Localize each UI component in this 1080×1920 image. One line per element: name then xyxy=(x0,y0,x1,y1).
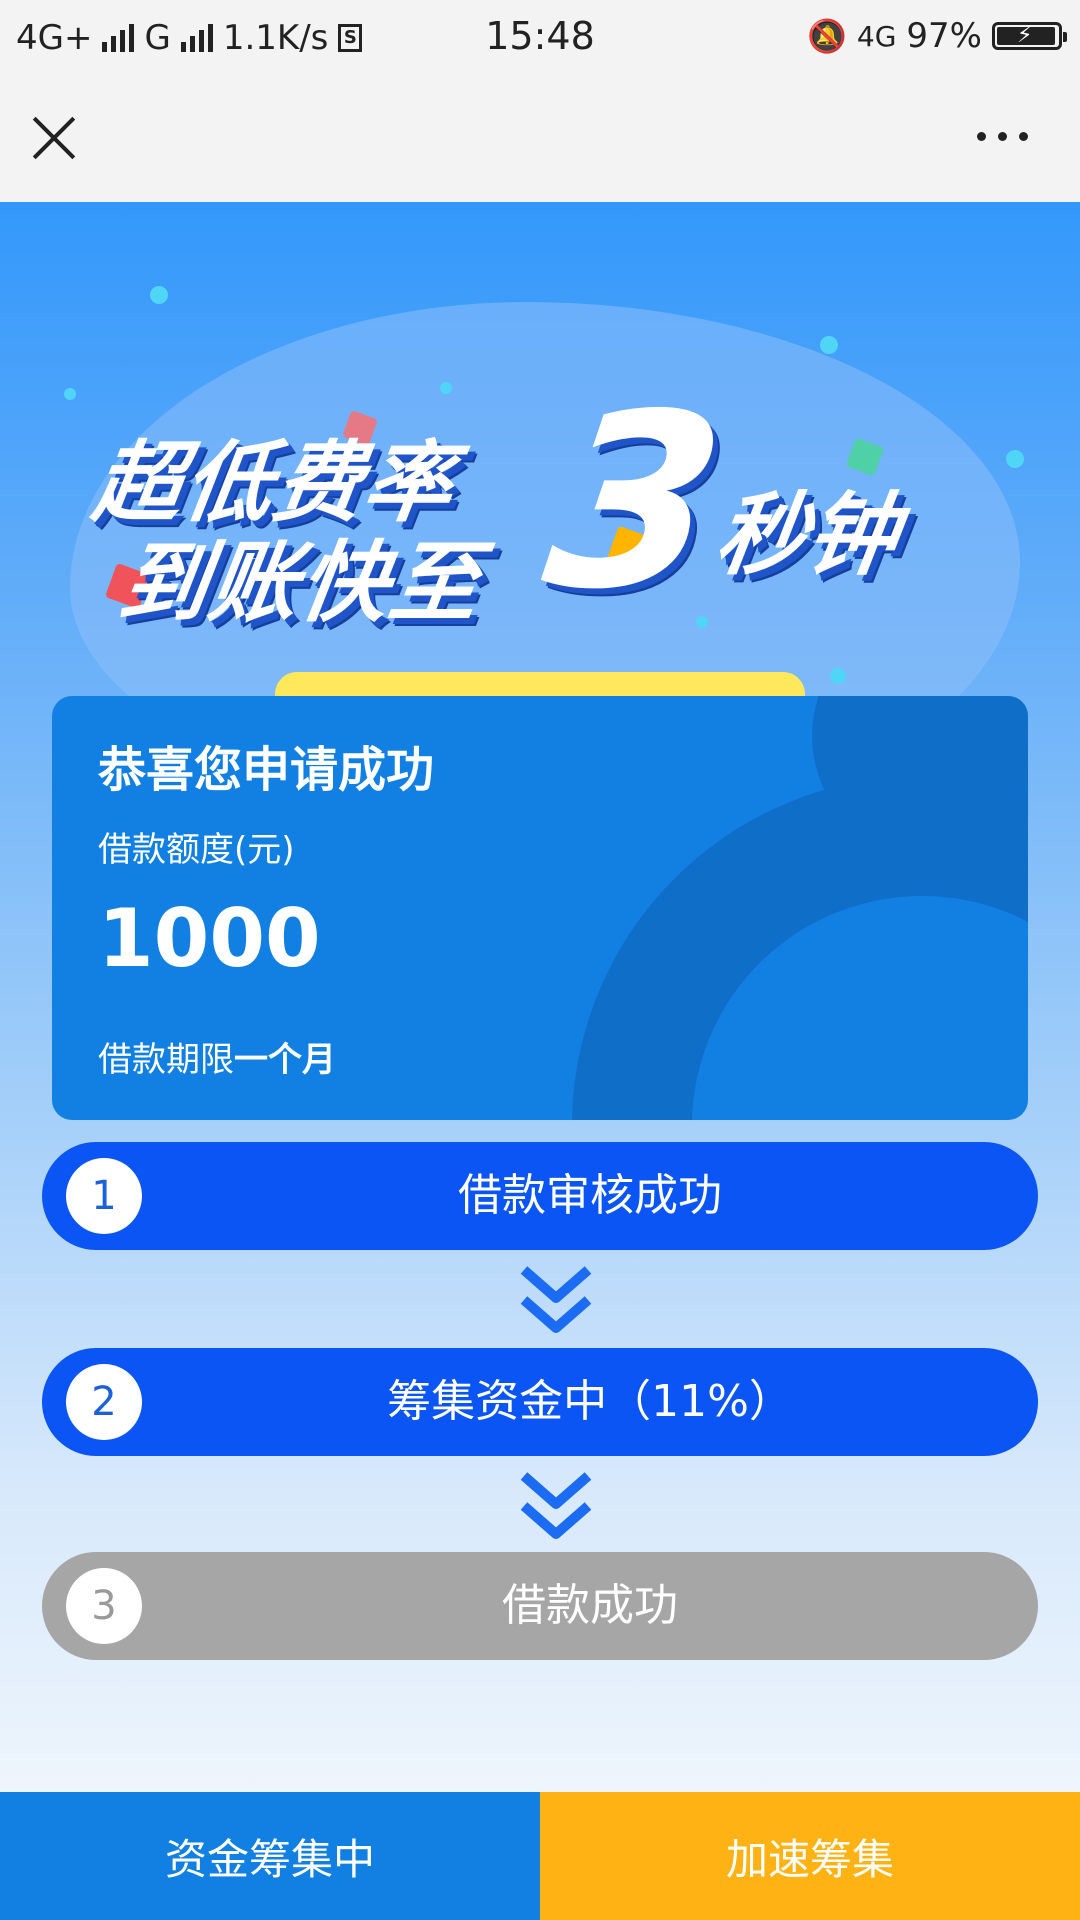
funding-status-button[interactable]: 资金筹集中 xyxy=(0,1792,540,1920)
step-2: 2 筹集资金中（11%） xyxy=(42,1348,1038,1456)
decor-dot xyxy=(440,382,452,394)
decor-dot xyxy=(820,336,838,354)
card-decoration xyxy=(572,776,1028,1120)
step-number: 1 xyxy=(66,1158,142,1234)
term-row: 借款期限一个月 xyxy=(98,1032,336,1081)
banner-number: 3 xyxy=(532,362,739,642)
amount-value: 1000 xyxy=(98,892,321,985)
chevron-down-icon xyxy=(520,1266,592,1333)
step-number: 3 xyxy=(66,1568,142,1644)
network-type-3: 4G xyxy=(856,19,897,53)
bottom-bar: 资金筹集中 加速筹集 xyxy=(0,1792,1080,1920)
step-number: 2 xyxy=(66,1364,142,1440)
step-1: 1 借款审核成功 xyxy=(42,1142,1038,1250)
chevron-down-icon xyxy=(520,1472,592,1539)
status-right: 🔕 4G 97% ⚡ xyxy=(807,16,1067,56)
card-title: 恭喜您申请成功 xyxy=(98,742,435,798)
step-label: 借款审核成功 xyxy=(458,1170,722,1221)
status-bar: 4G+ G 1.1K/s S 15:48 🔕 4G 97% ⚡ xyxy=(0,0,1080,76)
amount-label: 借款额度(元) xyxy=(98,830,295,870)
close-icon[interactable] xyxy=(32,116,76,160)
mute-icon: 🔕 xyxy=(807,17,847,55)
banner-line-2: 到账快至 xyxy=(113,531,488,634)
step-label: 借款成功 xyxy=(502,1580,678,1631)
battery-percent: 97% xyxy=(906,16,982,56)
banner-line-3: 秒钟 xyxy=(709,483,905,588)
more-icon[interactable] xyxy=(977,132,1028,141)
decor-dot xyxy=(830,668,846,684)
loan-card: 恭喜您申请成功 借款额度(元) 1000 借款期限一个月 xyxy=(52,696,1028,1120)
battery-icon: ⚡ xyxy=(992,22,1067,50)
term-value: 一个月 xyxy=(234,1040,336,1080)
decor-dot xyxy=(1006,450,1024,468)
accelerate-funding-button[interactable]: 加速筹集 xyxy=(540,1792,1080,1920)
step-label: 筹集资金中（11%） xyxy=(387,1376,793,1427)
decor-dot xyxy=(150,286,168,304)
decor-dot xyxy=(64,388,76,400)
term-label: 借款期限 xyxy=(98,1040,234,1080)
nav-bar xyxy=(0,76,1080,202)
main-content: 超低费率 到账快至 3 秒钟 恭喜您申请成功 借款额度(元) 1000 借款期限… xyxy=(0,202,1080,1792)
step-3: 3 借款成功 xyxy=(42,1552,1038,1660)
